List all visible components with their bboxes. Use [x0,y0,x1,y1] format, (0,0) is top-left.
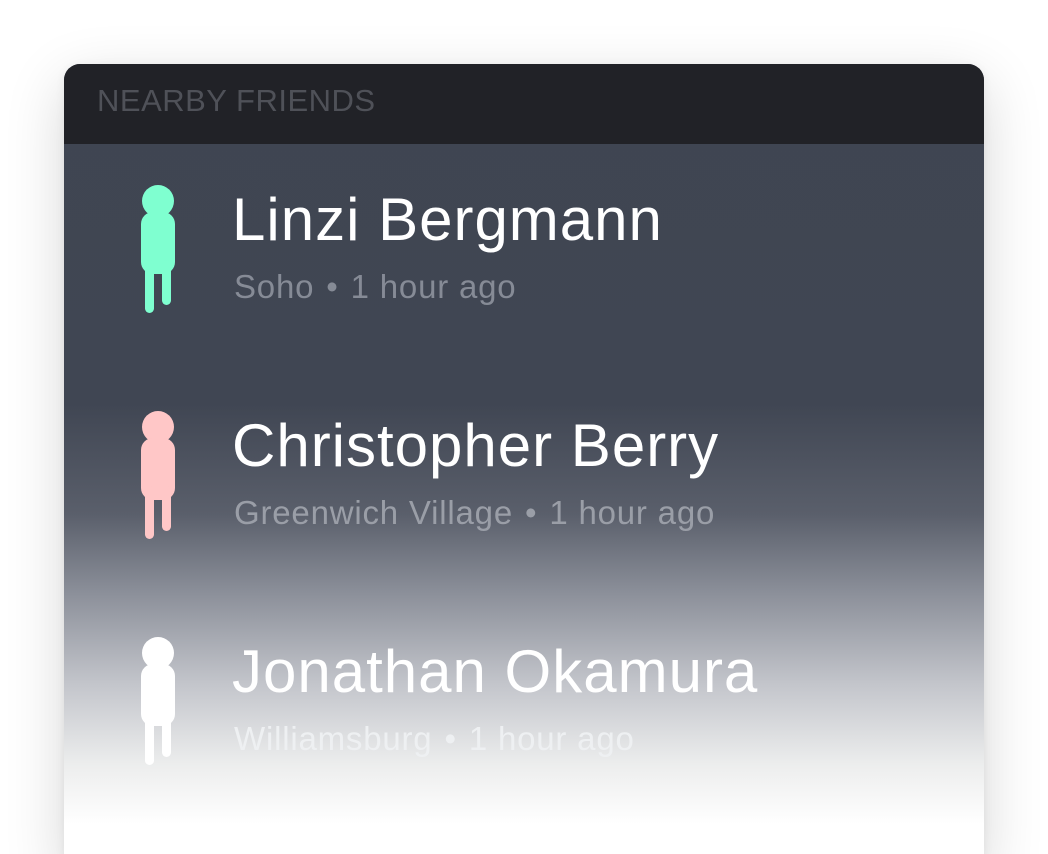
friend-location: Greenwich Village [234,494,513,531]
nearby-friends-card: NEARBY FRIENDS Linzi Bergmann Soho • 1 hou… [64,64,984,854]
person-icon [138,636,178,768]
card-header: NEARBY FRIENDS [64,64,984,144]
header-title: NEARBY FRIENDS [97,83,376,118]
friend-location: Williamsburg [234,720,433,757]
friend-meta: Greenwich Village • 1 hour ago [234,493,715,533]
friend-name: Linzi Bergmann [232,186,663,253]
friend-time: 1 hour ago [549,494,716,531]
meta-separator: • [326,268,339,305]
person-icon [138,184,178,316]
person-icon [138,410,178,542]
friend-location: Soho [234,268,315,305]
friend-row[interactable]: Jonathan Okamura Williamsburg • 1 hour ago [64,631,984,831]
friend-time: 1 hour ago [350,268,517,305]
meta-separator: • [524,494,538,531]
friend-name: Jonathan Okamura [232,638,759,705]
friend-name: Christopher Berry [232,412,720,479]
friend-row[interactable]: Christopher Berry Greenwich Village • 1 ho… [64,405,984,605]
friend-meta: Soho • 1 hour ago [234,267,516,307]
meta-separator: • [444,720,457,757]
friend-meta: Williamsburg • 1 hour ago [234,719,635,759]
friend-row[interactable]: Linzi Bergmann Soho • 1 hour ago [64,179,984,379]
friend-time: 1 hour ago [468,720,635,757]
stage: NEARBY FRIENDS Linzi Bergmann Soho • 1 hou… [0,0,1048,854]
